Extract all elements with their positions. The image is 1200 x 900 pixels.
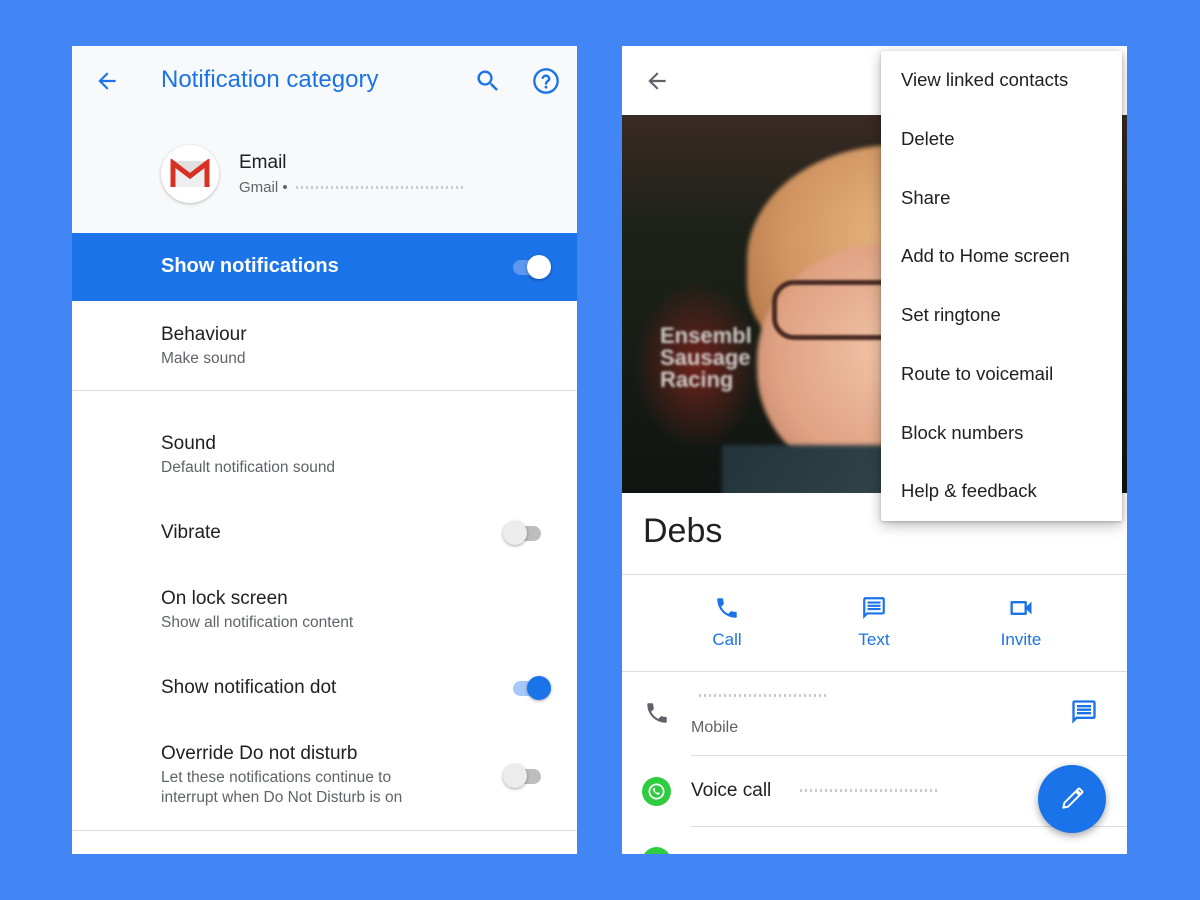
invite-action-button[interactable]: Invite <box>961 576 1081 672</box>
quick-actions: Call Text Invite <box>622 576 1127 672</box>
redacted-phone-number <box>699 694 829 697</box>
menu-item-view-linked-contacts[interactable]: View linked contacts <box>881 51 1122 110</box>
setting-sound[interactable]: Sound Default notification sound <box>161 433 335 478</box>
app-header: Notification category Email Gmail • <box>72 46 577 233</box>
override-dnd-toggle[interactable] <box>503 764 543 788</box>
setting-title: Override Do not disturb <box>161 743 358 764</box>
setting-override-dnd[interactable]: Override Do not disturb Let these notifi… <box>161 743 451 808</box>
setting-vibrate[interactable]: Vibrate <box>161 522 221 544</box>
setting-subtitle: Make sound <box>161 350 246 367</box>
show-notifications-toggle[interactable] <box>511 255 551 279</box>
phone-type: Mobile <box>691 719 739 736</box>
text-label: Text <box>858 630 890 649</box>
arrow-left-icon <box>648 72 666 90</box>
help-button[interactable] <box>526 61 566 101</box>
divider <box>72 390 577 391</box>
menu-item-add-to-home-screen[interactable]: Add to Home screen <box>881 227 1122 286</box>
setting-title: Sound <box>161 433 216 454</box>
divider <box>622 574 1127 575</box>
menu-item-route-to-voicemail[interactable]: Route to voicemail <box>881 345 1122 404</box>
menu-item-share[interactable]: Share <box>881 168 1122 227</box>
call-action-button[interactable]: Call <box>667 576 787 672</box>
arrow-left-icon <box>98 72 116 90</box>
edit-contact-fab[interactable] <box>1038 765 1106 833</box>
back-button[interactable] <box>87 61 127 101</box>
video-icon <box>1010 601 1032 615</box>
setting-title: Behaviour <box>161 324 247 345</box>
toggle-thumb <box>527 676 551 700</box>
notification-dot-toggle[interactable] <box>511 676 551 700</box>
search-icon <box>477 70 498 91</box>
gmail-icon <box>170 159 210 187</box>
divider <box>72 830 577 831</box>
menu-item-help-feedback[interactable]: Help & feedback <box>881 462 1122 521</box>
phone-number-row[interactable]: Mobile <box>622 672 1127 756</box>
setting-lock-screen[interactable]: On lock screen Show all notification con… <box>161 588 353 633</box>
back-button[interactable] <box>637 61 677 101</box>
setting-title: Vibrate <box>161 522 221 543</box>
menu-item-set-ringtone[interactable]: Set ringtone <box>881 286 1122 345</box>
voice-call-label: Voice call <box>691 780 772 801</box>
send-message-button[interactable] <box>1070 698 1098 731</box>
message-icon <box>863 597 885 619</box>
overflow-menu: View linked contacts Delete Share Add to… <box>881 51 1122 521</box>
whatsapp-icon <box>642 847 671 854</box>
notification-category-screen: Notification category Email Gmail • Show… <box>72 46 577 854</box>
menu-item-delete[interactable]: Delete <box>881 110 1122 169</box>
contact-name: Debs <box>643 512 723 550</box>
menu-item-block-numbers[interactable]: Block numbers <box>881 403 1122 462</box>
search-button[interactable] <box>468 61 508 101</box>
setting-title: Show notification dot <box>161 677 337 698</box>
phone-icon <box>647 703 667 723</box>
setting-subtitle: Show all notification content <box>161 614 354 631</box>
message-icon <box>1072 700 1096 724</box>
setting-title: On lock screen <box>161 588 288 609</box>
setting-behaviour[interactable]: Behaviour Make sound <box>161 324 247 369</box>
vibrate-toggle[interactable] <box>503 521 543 545</box>
redacted-account <box>295 186 464 189</box>
setting-subtitle: Default notification sound <box>161 459 336 476</box>
photo-background-sign: Ensembl Sausage Racing <box>660 323 752 392</box>
toggle-thumb <box>503 521 527 545</box>
app-source: Gmail • <box>239 179 288 196</box>
app-name: Email <box>239 152 287 173</box>
setting-notification-dot[interactable]: Show notification dot <box>161 677 336 699</box>
call-label: Call <box>712 630 742 649</box>
page-title: Notification category <box>161 66 379 93</box>
show-notifications-row[interactable]: Show notifications <box>72 233 577 301</box>
phone-icon <box>717 598 737 618</box>
edit-pencil-icon <box>1062 787 1084 809</box>
setting-subtitle: Let these notifications continue to inte… <box>161 769 403 806</box>
invite-label: Invite <box>1000 630 1042 649</box>
toggle-thumb <box>527 255 551 279</box>
text-action-button[interactable]: Text <box>814 576 934 672</box>
app-icon <box>161 145 219 203</box>
show-notifications-label: Show notifications <box>161 255 339 277</box>
redacted-phone-number <box>800 789 940 792</box>
whatsapp-icon <box>642 777 671 806</box>
app-subtitle: Gmail • <box>239 179 464 196</box>
toggle-thumb <box>503 764 527 788</box>
help-circle-icon <box>533 68 559 94</box>
contact-details-screen: Ensembl Sausage Racing Debs Call Text Invi… <box>622 46 1127 854</box>
